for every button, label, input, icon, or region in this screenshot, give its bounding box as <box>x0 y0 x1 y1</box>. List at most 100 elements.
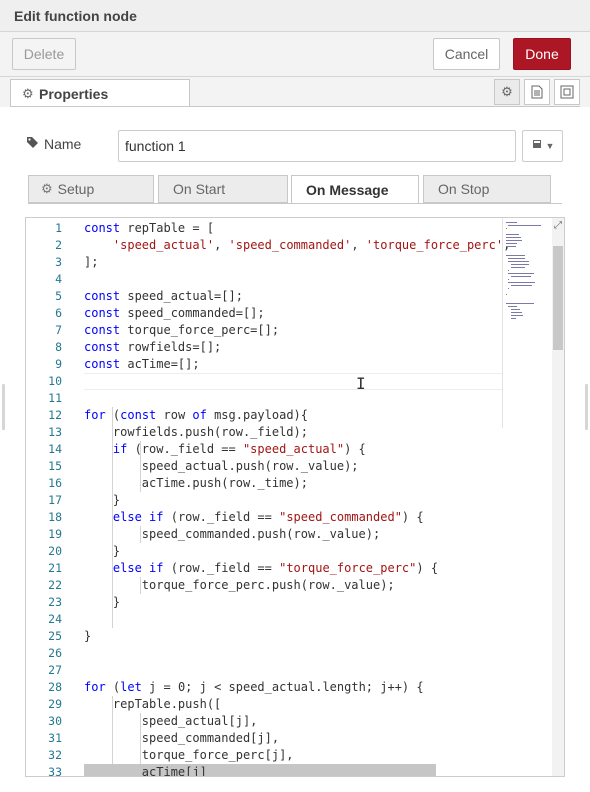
minimap-line <box>510 312 523 313</box>
tab-on-start[interactable]: On Start <box>158 175 288 203</box>
indent-guide <box>140 713 141 764</box>
icon-selector-button[interactable]: ▼ <box>522 130 563 162</box>
code-area[interactable]: const repTable = [ 'speed_actual', 'spee… <box>84 218 510 777</box>
indent-guide <box>140 526 141 543</box>
tab-underline <box>10 106 580 107</box>
minimap-line <box>510 267 525 268</box>
code-token: rowfields.push(row._field); <box>84 425 308 439</box>
minimap-line <box>506 243 518 244</box>
code-token: if <box>149 561 164 575</box>
right-resize-grip[interactable] <box>585 384 588 430</box>
node-settings-gear-icon[interactable]: ⚙ <box>494 79 520 105</box>
dialog-titlebar: Edit function node <box>0 0 590 32</box>
code-line: } <box>84 492 120 509</box>
code-token: } <box>84 544 121 558</box>
code-token: speed_actual.push(row._value); <box>84 459 359 473</box>
delete-button[interactable]: Delete <box>12 38 76 70</box>
appearance-frame-icon[interactable] <box>554 79 580 105</box>
code-line: else if (row._field == "speed_commanded"… <box>84 509 424 526</box>
code-token: j = 0; j < speed_actual.length; j++) { <box>141 680 424 694</box>
code-token: for <box>84 408 106 422</box>
editor-vertical-scrollbar[interactable] <box>552 218 564 776</box>
line-number: 3 <box>55 255 62 269</box>
minimap-line <box>506 246 516 247</box>
line-number: 25 <box>48 629 62 643</box>
minimap-line <box>510 318 517 319</box>
code-token: ( <box>105 680 121 694</box>
left-resize-grip[interactable] <box>2 384 5 430</box>
tab-on-stop[interactable]: On Stop <box>423 175 551 203</box>
minimap-line <box>506 234 520 235</box>
scrollbar-thumb[interactable] <box>553 246 563 350</box>
code-token: ) { <box>344 442 366 456</box>
code-line: else if (row._field == "torque_force_per… <box>84 560 438 577</box>
code-line: acTime[j] <box>84 764 207 777</box>
code-token: ) { <box>401 510 424 524</box>
subtab-underline <box>28 203 562 204</box>
line-number: 17 <box>48 493 62 507</box>
code-token: const <box>84 340 121 354</box>
code-token: acTime[j] <box>84 765 207 777</box>
minimap-line <box>508 225 542 226</box>
minimap-line <box>506 294 507 295</box>
code-token: else <box>112 510 142 524</box>
tab-on-message-label: On Message <box>306 181 389 198</box>
minimap-line <box>506 228 508 229</box>
done-button[interactable]: Done <box>513 38 571 70</box>
line-number: 24 <box>48 612 62 626</box>
line-number: 8 <box>55 340 62 354</box>
line-number: 18 <box>48 510 62 524</box>
minimap-line <box>506 240 523 241</box>
code-token: const <box>84 323 121 337</box>
tag-icon <box>26 136 39 152</box>
code-token: } <box>84 595 121 609</box>
line-number: 32 <box>48 748 62 762</box>
line-number: 12 <box>48 408 62 422</box>
code-line: rowfields.push(row._field); <box>84 424 308 441</box>
code-line: } <box>84 594 120 611</box>
code-line: repTable.push([ <box>84 696 221 713</box>
code-token: 'speed_actual' <box>112 238 215 252</box>
code-token: 'torque_force_perc' <box>365 238 504 252</box>
code-editor[interactable]: 1 2 3 4 5 6 7 8 9 10 11 12 13 14 15 16 17 18 19 20 21 22 23 24 2… <box>25 217 565 777</box>
code-token: rowfields=[]; <box>120 340 222 354</box>
code-token: speed_commanded[j], <box>84 731 280 745</box>
line-number: 1 <box>55 221 62 235</box>
line-number: 15 <box>48 459 62 473</box>
indent-guide <box>140 577 141 594</box>
tab-setup-label: Setup <box>57 181 95 197</box>
line-number: 21 <box>48 561 62 575</box>
name-input[interactable] <box>118 130 516 162</box>
code-minimap[interactable] <box>502 218 552 428</box>
minimap-line <box>510 285 532 286</box>
current-line-highlight <box>84 373 502 390</box>
code-line: for (const row of msg.payload){ <box>84 407 308 424</box>
cancel-button[interactable]: Cancel <box>433 38 500 70</box>
code-token: const <box>84 357 121 371</box>
tab-on-message[interactable]: On Message <box>291 175 419 204</box>
code-line: if (row._field == "speed_actual") { <box>84 441 366 458</box>
line-number-gutter: 1 2 3 4 5 6 7 8 9 10 11 12 13 14 15 16 17 18 19 20 21 22 23 24 2… <box>26 218 66 776</box>
code-token: speed_actual[j], <box>84 714 258 728</box>
code-line: 'speed_actual', 'speed_commanded', 'torq… <box>84 237 510 254</box>
expand-icon[interactable]: ⤢ <box>552 219 564 231</box>
description-document-icon[interactable] <box>524 79 550 105</box>
code-line: torque_force_perc[j], <box>84 747 294 764</box>
indent-guide <box>112 696 113 764</box>
tab-properties[interactable]: ⚙ Properties <box>10 79 190 107</box>
line-number: 20 <box>48 544 62 558</box>
code-token: (row._field == <box>127 442 243 456</box>
name-field-label: Name <box>26 136 81 152</box>
code-token: 'speed_commanded' <box>228 238 352 252</box>
code-token: msg.payload){ <box>206 408 308 422</box>
tab-setup[interactable]: ⚙ Setup <box>28 175 154 203</box>
code-line: const acTime=[]; <box>84 356 200 373</box>
gear-icon: ⚙ <box>22 86 34 101</box>
code-token: for <box>84 680 106 694</box>
minimap-line <box>508 273 535 274</box>
line-number: 28 <box>48 680 62 694</box>
